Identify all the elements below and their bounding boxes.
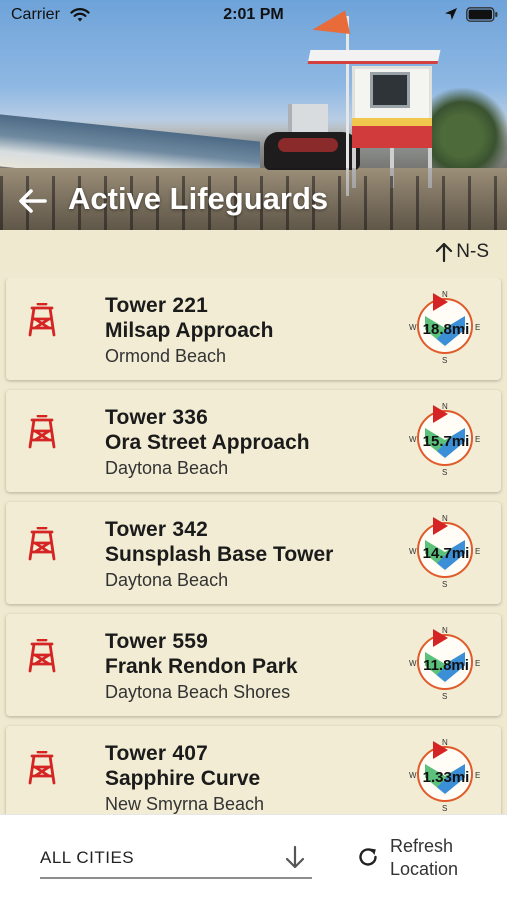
tower-distance: 15.7mi [422, 433, 470, 450]
sort-label: N-S [456, 241, 489, 262]
tower-city: Daytona Beach [105, 458, 229, 478]
photo-tower-window [370, 72, 410, 108]
city-filter-select[interactable]: ALL CITIES [40, 845, 312, 879]
tower-distance: 1.33mi [422, 769, 470, 786]
arrow-up-icon [436, 242, 453, 263]
tower-card[interactable]: Tower 559 Frank Rendon Park Daytona Beac… [6, 614, 501, 716]
tower-number: Tower 342 [105, 518, 208, 541]
compass-north-label: N [442, 514, 448, 523]
compass-south-label: S [442, 692, 448, 701]
compass-north-label: N [442, 402, 448, 411]
tower-card[interactable]: Tower 407 Sapphire Curve New Smyrna Beac… [6, 726, 501, 814]
compass-north-label: N [442, 290, 448, 299]
lifeguard-tower-icon [28, 415, 56, 449]
compass-north-label: N [442, 738, 448, 747]
tower-location: Sunsplash Base Tower [105, 543, 334, 566]
lifeguard-tower-icon [28, 639, 56, 673]
tower-info: Tower 336 Ora Street Approach Daytona Be… [105, 405, 310, 480]
compass-distance: N S W E 15.7mi [408, 402, 480, 478]
lifeguard-tower-icon [28, 751, 56, 785]
compass-south-label: S [442, 468, 448, 477]
sort-toggle[interactable]: N-S [435, 239, 489, 265]
status-bar: Carrier 2:01 PM [0, 0, 507, 30]
photo-trees [430, 88, 507, 168]
lifeguard-tower-icon [28, 527, 56, 561]
tower-number: Tower 559 [105, 630, 208, 653]
photo-building [288, 104, 328, 134]
tower-info: Tower 221 Milsap Approach Ormond Beach [105, 293, 273, 368]
tower-card[interactable]: Tower 221 Milsap Approach Ormond Beach N… [6, 278, 501, 380]
tower-number: Tower 407 [105, 742, 208, 765]
bottom-bar: ALL CITIES Refresh Location [0, 814, 507, 900]
tower-city: Daytona Beach Shores [105, 682, 291, 702]
tower-list[interactable]: Tower 221 Milsap Approach Ormond Beach N… [0, 278, 507, 814]
tower-number: Tower 336 [105, 406, 208, 429]
photo-car-red [278, 138, 338, 152]
compass-south-label: S [442, 356, 448, 365]
arrow-down-icon [285, 845, 305, 869]
refresh-icon [359, 848, 377, 866]
photo-tower-stripe [352, 118, 432, 148]
tower-number: Tower 221 [105, 294, 208, 317]
compass-distance: N S W E 11.8mi [408, 626, 480, 702]
tower-info: Tower 407 Sapphire Curve New Smyrna Beac… [105, 741, 264, 814]
photo-tower-roof [307, 50, 441, 64]
back-arrow-icon[interactable] [14, 182, 52, 220]
tower-location: Sapphire Curve [105, 767, 261, 790]
compass-south-label: S [442, 804, 448, 813]
tower-distance: 14.7mi [422, 545, 470, 562]
city-filter-value: ALL CITIES [40, 848, 135, 867]
tower-location: Frank Rendon Park [105, 655, 298, 678]
tower-card[interactable]: Tower 336 Ora Street Approach Daytona Be… [6, 390, 501, 492]
tower-city: New Smyrna Beach [105, 794, 265, 814]
refresh-location-button[interactable]: Refresh Location [356, 835, 496, 885]
compass-distance: N S W E 1.33mi [408, 738, 480, 814]
tower-info: Tower 559 Frank Rendon Park Daytona Beac… [105, 629, 298, 704]
compass-south-label: S [442, 580, 448, 589]
compass-distance: N S W E 18.8mi [408, 290, 480, 366]
page-title: Active Lifeguards [68, 181, 329, 216]
lifeguard-tower-icon [28, 303, 56, 337]
refresh-label: Refresh Location [390, 835, 458, 881]
location-arrow-icon [445, 8, 457, 20]
refresh-label-line2: Location [390, 859, 459, 879]
tower-card[interactable]: Tower 342 Sunsplash Base Tower Daytona B… [6, 502, 501, 604]
compass-distance: N S W E 14.7mi [408, 514, 480, 590]
tower-distance: 11.8mi [423, 657, 469, 674]
refresh-label-line1: Refresh [390, 836, 454, 856]
tower-info: Tower 342 Sunsplash Base Tower Daytona B… [105, 517, 333, 592]
tower-city: Ormond Beach [105, 346, 227, 366]
tower-distance: 18.8mi [422, 321, 470, 338]
tower-location: Milsap Approach [105, 319, 274, 342]
compass-north-label: N [442, 626, 448, 635]
tower-city: Daytona Beach [105, 570, 229, 590]
status-time: 2:01 PM [223, 6, 284, 23]
tower-location: Ora Street Approach [105, 431, 310, 454]
battery-icon [466, 7, 498, 22]
